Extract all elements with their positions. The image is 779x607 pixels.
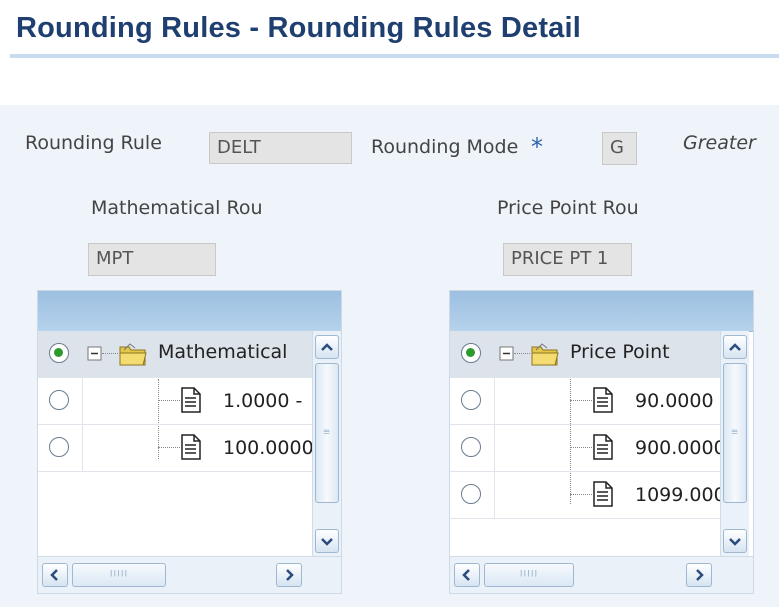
scroll-down-button[interactable] bbox=[723, 529, 747, 553]
tree-connector bbox=[158, 447, 180, 449]
grip-icon: IIIII bbox=[519, 569, 539, 580]
radio-cell bbox=[38, 331, 83, 377]
radio-cell bbox=[38, 378, 83, 424]
price-point-tree-grid: Price Point 90.0000 900.0000 1099.000 ≡ … bbox=[449, 290, 754, 594]
radio-cell bbox=[450, 331, 495, 377]
tree-row-label: 90.0000 bbox=[635, 390, 714, 412]
radio-cell bbox=[450, 378, 495, 424]
document-icon bbox=[180, 386, 202, 414]
tree-connector bbox=[102, 353, 118, 355]
document-icon bbox=[180, 433, 202, 461]
scroll-right-button[interactable] bbox=[276, 563, 302, 587]
scroll-thumb[interactable]: ≡ bbox=[723, 363, 747, 503]
tree-root-label: Mathematical bbox=[158, 341, 288, 363]
mathematical-rounding-label: Mathematical Rou bbox=[91, 197, 263, 219]
row-radio[interactable] bbox=[49, 390, 69, 410]
required-marker: * bbox=[531, 133, 543, 161]
horizontal-scroll-thumb[interactable]: IIIII bbox=[484, 563, 574, 587]
chevron-up-icon bbox=[321, 343, 333, 351]
scroll-down-button[interactable] bbox=[315, 529, 339, 553]
price-point-rounding-field[interactable]: PRICE PT 1 bbox=[503, 243, 632, 276]
scroll-up-button[interactable] bbox=[315, 335, 339, 359]
document-icon bbox=[592, 386, 614, 414]
scroll-right-button[interactable] bbox=[686, 563, 712, 587]
tree-row-root[interactable]: Mathematical bbox=[38, 331, 312, 378]
page-title: Rounding Rules - Rounding Rules Detail bbox=[16, 12, 582, 44]
grip-icon: ≡ bbox=[730, 427, 740, 438]
title-bar: Rounding Rules - Rounding Rules Detail bbox=[0, 0, 779, 60]
scroll-up-button[interactable] bbox=[723, 335, 747, 359]
tree-row[interactable]: 90.0000 bbox=[450, 378, 720, 425]
collapse-icon[interactable] bbox=[87, 346, 103, 362]
radio-cell bbox=[38, 425, 83, 471]
row-radio[interactable] bbox=[461, 437, 481, 457]
row-radio[interactable] bbox=[461, 390, 481, 410]
rounding-mode-description: Greater bbox=[683, 132, 756, 154]
tree-row-label: 1.0000 - bbox=[223, 390, 303, 412]
horizontal-scroll-thumb[interactable]: IIIII bbox=[72, 563, 166, 587]
scroll-left-button[interactable] bbox=[42, 563, 68, 587]
folder-icon bbox=[530, 341, 560, 367]
chevron-down-icon bbox=[729, 538, 741, 546]
collapse-icon[interactable] bbox=[499, 346, 515, 362]
chevron-right-icon bbox=[286, 569, 294, 581]
rounding-mode-label: Rounding Mode bbox=[371, 136, 519, 158]
grip-icon: IIIII bbox=[109, 569, 129, 580]
grip-icon: ≡ bbox=[322, 427, 332, 438]
vertical-scrollbar[interactable]: ≡ bbox=[312, 331, 341, 557]
rounding-rule-field[interactable]: DELT bbox=[209, 132, 352, 164]
tree-row-label: 1099.000 bbox=[635, 484, 726, 506]
row-radio[interactable] bbox=[49, 437, 69, 457]
rounding-rule-label: Rounding Rule bbox=[25, 132, 162, 154]
vertical-scrollbar[interactable]: ≡ bbox=[720, 331, 749, 557]
document-icon bbox=[592, 433, 614, 461]
horizontal-scrollbar[interactable]: IIIII bbox=[450, 556, 753, 593]
tree-connector bbox=[158, 400, 180, 402]
chevron-left-icon bbox=[50, 569, 58, 581]
tree-connector bbox=[570, 494, 592, 496]
horizontal-scrollbar[interactable]: IIIII bbox=[38, 556, 341, 593]
tree-root-label: Price Point bbox=[570, 341, 670, 363]
grid-header bbox=[38, 291, 341, 332]
scroll-left-button[interactable] bbox=[454, 563, 480, 587]
tree-connector bbox=[570, 400, 592, 402]
toolbar: Tools bbox=[0, 60, 779, 155]
tree-row[interactable]: 1099.000 bbox=[450, 472, 726, 519]
tree-connector bbox=[570, 447, 592, 449]
row-radio[interactable] bbox=[461, 484, 481, 504]
scroll-thumb[interactable]: ≡ bbox=[315, 363, 339, 503]
radio-cell bbox=[450, 425, 495, 471]
tree-row[interactable]: 1.0000 - bbox=[38, 378, 312, 425]
document-icon bbox=[592, 480, 614, 508]
rounding-mode-field[interactable]: G bbox=[602, 132, 637, 165]
tree-connector bbox=[514, 353, 530, 355]
mathematical-tree-grid: Mathematical 1.0000 - 100.0000 ≡ IIIII bbox=[37, 290, 342, 594]
tree-row[interactable]: 100.0000 bbox=[38, 425, 314, 472]
chevron-up-icon bbox=[729, 343, 741, 351]
row-radio[interactable] bbox=[461, 343, 481, 363]
grid-header bbox=[450, 291, 753, 332]
chevron-right-icon bbox=[696, 569, 704, 581]
radio-cell bbox=[450, 472, 495, 518]
chevron-down-icon bbox=[321, 538, 333, 546]
tree-row[interactable]: 900.0000 bbox=[450, 425, 726, 472]
folder-icon bbox=[118, 341, 148, 367]
mathematical-rounding-field[interactable]: MPT bbox=[88, 243, 216, 276]
row-radio[interactable] bbox=[49, 343, 69, 363]
tree-row-label: 100.0000 bbox=[223, 437, 314, 459]
chevron-left-icon bbox=[462, 569, 470, 581]
tree-row-root[interactable]: Price Point bbox=[450, 331, 720, 378]
tree-row-label: 900.0000 bbox=[635, 437, 726, 459]
price-point-rounding-label: Price Point Rou bbox=[497, 197, 639, 219]
title-underline bbox=[10, 54, 779, 58]
